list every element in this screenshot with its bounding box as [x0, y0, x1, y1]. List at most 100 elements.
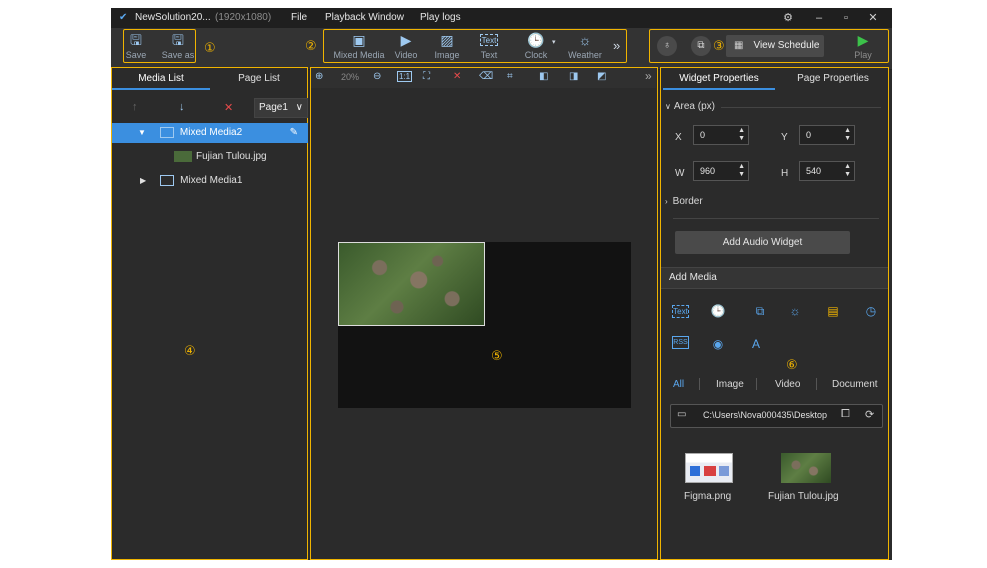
image-button[interactable]: ▨ Image — [431, 31, 463, 60]
spinner-icon[interactable]: ▲ ▼ — [844, 163, 851, 179]
tree-item-mixed-media1[interactable]: ▶ Mixed Media1 — [112, 171, 308, 191]
tab-page-list[interactable]: Page List — [210, 68, 308, 90]
tab-media-list[interactable]: Media List — [112, 68, 210, 90]
x-input[interactable]: 0 ▲ ▼ — [693, 125, 749, 145]
timer-widget-icon[interactable]: ◷ — [862, 303, 880, 319]
spinner-icon[interactable]: ▲ ▼ — [738, 163, 745, 179]
send-back-icon[interactable]: ◨ — [569, 71, 578, 82]
page-select-value: Page1 — [259, 102, 288, 113]
play-label: Play — [854, 50, 872, 60]
page-select[interactable]: Page1 ∨ — [254, 98, 308, 118]
area-section[interactable]: ∨ Area (px) — [665, 101, 715, 112]
filter-video[interactable]: Video — [775, 379, 800, 390]
callout-number-1: ① — [204, 40, 216, 55]
x-value: 0 — [700, 130, 706, 140]
bring-front-icon[interactable]: ◧ — [539, 71, 548, 82]
filter-all[interactable]: All — [673, 379, 684, 390]
save-button[interactable]: 🖫 Save — [125, 31, 147, 60]
add-audio-widget-button[interactable]: Add Audio Widget — [675, 231, 850, 254]
save-as-button[interactable]: 🖫 Save as — [161, 31, 195, 60]
delete-icon[interactable]: ✕ — [453, 71, 461, 82]
stream-widget-icon[interactable]: ◉ — [709, 336, 727, 352]
tree-item-mixed-media2[interactable]: ▼ Mixed Media2 ✎ — [112, 123, 308, 143]
image-thumbnail-icon — [174, 150, 192, 162]
mixed-media-button[interactable]: ▣ Mixed Media — [331, 31, 387, 60]
weather-button[interactable]: ☼ Weather — [566, 31, 604, 60]
text-label: Text — [480, 50, 498, 60]
file-thumbnail-fujian-tulou[interactable] — [781, 453, 831, 483]
tree-item-fujian-tulou[interactable]: Fujian Tulou.jpg — [112, 147, 308, 167]
tab-page-properties[interactable]: Page Properties — [777, 68, 889, 90]
bulb-icon[interactable]: ♁ — [657, 36, 677, 56]
filter-document[interactable]: Document — [832, 379, 878, 390]
canvas-panel: ⊕ 20% ⊖ 1:1 ⛶ ✕ ⌫ ⌗ ◧ ◨ ◩ » ⑤ — [310, 67, 658, 560]
edit-brush-icon[interactable]: ✎ — [290, 123, 298, 143]
image-widget-fujian-tulou[interactable] — [338, 242, 485, 326]
app-title: NewSolution20... — [135, 12, 211, 23]
tree-item-label: Fujian Tulou.jpg — [196, 151, 267, 162]
clear-icon[interactable]: ⌫ — [479, 71, 493, 82]
weather-label: Weather — [568, 50, 602, 60]
resolution-label: (1920x1080) — [215, 12, 272, 23]
area-label: Area (px) — [673, 101, 715, 112]
move-up-icon[interactable]: ↑ — [132, 101, 138, 113]
spinner-icon[interactable]: ▲ ▼ — [738, 127, 745, 143]
font-widget-icon[interactable]: A — [747, 336, 765, 352]
layer-icon[interactable]: ◩ — [597, 71, 606, 82]
menu-file[interactable]: File — [291, 12, 307, 23]
folder-path-bar[interactable]: ▭ C:\Users\Nova000435\Desktop ⧠ ⟳ — [670, 404, 883, 428]
zoom-out-icon[interactable]: ⊖ — [373, 71, 381, 82]
save-as-label: Save as — [161, 50, 195, 60]
h-input[interactable]: 540 ▲ ▼ — [799, 161, 855, 181]
view-schedule-button[interactable]: ▦ View Schedule — [726, 35, 824, 57]
thumbnail-block — [690, 466, 700, 476]
crop-icon[interactable]: ⌗ — [507, 71, 513, 82]
menu-playback-window[interactable]: Playback Window — [325, 12, 404, 23]
minimize-icon[interactable]: – — [812, 11, 826, 25]
weather-widget-icon[interactable]: ☼ — [786, 303, 804, 319]
text-button[interactable]: Text Text — [476, 31, 502, 60]
clock-button[interactable]: 🕒 Clock — [521, 31, 551, 60]
h-value: 540 — [806, 166, 822, 176]
open-folder-icon[interactable]: ⧠ — [841, 408, 850, 421]
maximize-icon[interactable]: ▫ — [839, 11, 853, 25]
clock-dropdown-icon[interactable]: ▾ — [552, 38, 556, 46]
app-window: ✔ NewSolution20... (1920x1080) File Play… — [111, 8, 892, 560]
zoom-in-icon[interactable]: ⊕ — [315, 71, 323, 82]
chevron-down-icon: ∨ — [295, 102, 303, 113]
border-section[interactable]: › Border — [665, 196, 703, 207]
menu-play-logs[interactable]: Play logs — [420, 12, 461, 23]
close-icon[interactable]: ✕ — [866, 11, 880, 25]
play-button[interactable]: ▶ Play — [851, 31, 875, 60]
view-schedule-label: View Schedule — [753, 40, 820, 51]
more-tools-icon[interactable]: » — [645, 69, 652, 83]
move-down-icon[interactable]: ↓ — [179, 101, 185, 113]
w-input[interactable]: 960 ▲ ▼ — [693, 161, 749, 181]
callout-number-5: ⑤ — [491, 348, 503, 363]
web-widget-icon[interactable]: ⧉ — [751, 303, 769, 319]
chevron-right-icon: › — [665, 197, 668, 206]
spinner-icon[interactable]: ▲ ▼ — [844, 127, 851, 143]
fit-screen-icon[interactable]: ⛶ — [423, 71, 430, 82]
delete-icon[interactable]: ✕ — [224, 101, 233, 114]
clock-widget-icon[interactable]: 🕒 — [709, 303, 727, 319]
toolbar: 🖫 Save 🖫 Save as ① ② ▣ Mixed Media ▶ Vid… — [111, 28, 892, 70]
file-thumbnail-figma[interactable] — [685, 453, 733, 483]
more-tools-icon[interactable]: » — [613, 38, 620, 53]
media-list-panel: Media List Page List ↑ ↓ ✕ Page1 ∨ ▼ Mixe… — [111, 67, 308, 560]
refresh-icon[interactable]: ⟳ — [865, 408, 874, 421]
actual-size-icon[interactable]: 1:1 — [397, 71, 413, 82]
text-widget-icon[interactable]: Text — [672, 305, 689, 318]
settings-gear-icon[interactable]: ⚙ — [781, 11, 795, 25]
zoom-level: 20% — [341, 72, 360, 82]
video-button[interactable]: ▶ Video — [393, 31, 419, 60]
document-widget-icon[interactable]: ▤ — [824, 303, 842, 319]
preview-icon[interactable]: ⧉ — [691, 36, 711, 56]
image-icon: ▨ — [440, 32, 454, 48]
canvas-toolbar: ⊕ 20% ⊖ 1:1 ⛶ ✕ ⌫ ⌗ ◧ ◨ ◩ » — [311, 68, 656, 88]
filter-image[interactable]: Image — [716, 379, 744, 390]
y-input[interactable]: 0 ▲ ▼ — [799, 125, 855, 145]
video-label: Video — [394, 50, 418, 60]
tab-widget-properties[interactable]: Widget Properties — [663, 68, 775, 90]
rss-widget-icon[interactable]: RSS — [672, 336, 689, 349]
